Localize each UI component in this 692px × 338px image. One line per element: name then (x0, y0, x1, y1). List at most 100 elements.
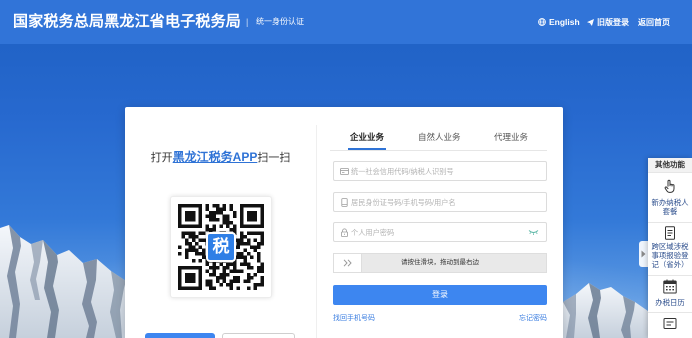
qr-module (198, 276, 203, 280)
qr-module (253, 214, 258, 218)
qr-module (219, 210, 223, 215)
qr-module (239, 214, 244, 218)
slider-captcha[interactable]: 请按住滑块，拖动到最右边 (333, 253, 547, 273)
qr-module (191, 265, 196, 270)
qr-module (198, 245, 203, 249)
qr-module (188, 231, 192, 236)
qr-module (184, 248, 189, 253)
qr-module (236, 255, 240, 260)
side-item-new-taxpayer-package[interactable]: 新办纳税人套餐 (648, 172, 692, 222)
qr-module (184, 241, 189, 246)
tab-enterprise[interactable]: 企业业务 (350, 131, 384, 143)
side-item-label: 新办纳税人套餐 (651, 198, 689, 216)
recover-phone-link[interactable]: 找回手机号码 (333, 314, 375, 324)
qr-module (188, 214, 192, 218)
slider-handle[interactable] (334, 254, 362, 272)
qr-module (222, 204, 227, 208)
qr-module (198, 269, 203, 273)
forgot-password-link[interactable]: 忘记密码 (519, 314, 547, 324)
qr-module (229, 286, 234, 290)
qr-module (257, 255, 261, 260)
qr-module (188, 204, 192, 208)
password-field[interactable] (333, 222, 547, 242)
qr-module (212, 204, 216, 208)
qr-module (260, 262, 264, 266)
site-subtitle: 统一身份认证 (256, 17, 304, 26)
qr-module (208, 272, 213, 277)
qr-module (184, 272, 189, 277)
qr-module (253, 224, 258, 229)
side-item-messages[interactable] (648, 312, 692, 338)
qr-module (191, 224, 196, 229)
qr-module (222, 221, 227, 225)
qr-module (212, 262, 216, 266)
qr-module (233, 214, 237, 218)
side-item-cross-region-registration[interactable]: 跨区域涉税事项报验登记（省外） (648, 222, 692, 275)
qr-module (257, 259, 261, 263)
qr-module (195, 241, 199, 246)
qr-module (236, 279, 240, 284)
qr-module (205, 262, 210, 266)
qr-module (246, 214, 251, 218)
back-to-home-link[interactable]: 返回首页 (638, 0, 670, 44)
qr-module (188, 210, 192, 215)
qr-module (188, 241, 192, 246)
app-name-link[interactable]: 黑龙江税务APP (173, 150, 258, 164)
calendar-icon (663, 279, 677, 294)
qr-module (195, 234, 199, 239)
login-button[interactable]: 登录 (333, 285, 547, 305)
top-header: 国家税务总局黑龙江省电子税务局 | 统一身份认证 English 旧版登录 返回… (0, 0, 692, 44)
eye-closed-icon[interactable] (528, 229, 539, 236)
qr-module (178, 279, 182, 284)
qr-module (246, 279, 251, 284)
qr-module (208, 286, 213, 290)
qr-module (239, 231, 244, 236)
qr-module (246, 217, 251, 222)
qr-module (246, 265, 251, 270)
qr-module (191, 214, 196, 218)
qr-module (226, 214, 230, 218)
qr-module (236, 276, 240, 280)
qr-module (195, 224, 199, 229)
account-field[interactable] (333, 192, 547, 212)
english-link-label: English (549, 17, 580, 27)
qr-module (260, 210, 264, 215)
tab-individual[interactable]: 自然人业务 (418, 131, 461, 143)
qr-module (212, 265, 216, 270)
qr-module (208, 214, 213, 218)
qr-module (191, 286, 196, 290)
qr-module (215, 276, 220, 280)
qr-module (260, 234, 264, 239)
tab-agent[interactable]: 代理业务 (494, 131, 528, 143)
side-item-tax-calendar[interactable]: 办税日历 (648, 275, 692, 312)
qr-module (181, 204, 185, 208)
side-panel-collapse-toggle[interactable] (639, 241, 648, 267)
qr-module (243, 248, 247, 253)
password-input[interactable] (351, 223, 533, 241)
qr-module (233, 224, 237, 229)
qr-module (191, 276, 196, 280)
qr-module (188, 224, 192, 229)
qr-module (222, 279, 227, 284)
old-version-login-link[interactable]: 旧版登录 (587, 0, 629, 44)
qr-module (184, 224, 189, 229)
qr-module (257, 231, 261, 236)
qr-module (205, 224, 210, 229)
qr-module (260, 217, 264, 222)
credit-code-input[interactable] (351, 162, 533, 180)
qr-module (229, 207, 234, 211)
credit-code-field[interactable] (333, 161, 547, 181)
qr-primary-button[interactable] (145, 333, 215, 338)
english-link[interactable]: English (538, 0, 580, 44)
account-input[interactable] (351, 193, 533, 211)
qr-secondary-button[interactable] (222, 333, 295, 338)
id-card-icon (340, 168, 349, 175)
qr-module (191, 245, 196, 249)
qr-module (246, 204, 251, 208)
card-divider (316, 125, 317, 338)
qr-module (219, 272, 223, 277)
slider-hint: 请按住滑块，拖动到最右边 (401, 259, 479, 266)
qr-module (222, 276, 227, 280)
qr-module (215, 279, 220, 284)
qr-module (250, 217, 254, 222)
